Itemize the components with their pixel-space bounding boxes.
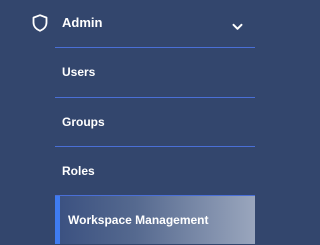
chevron-down-icon[interactable] bbox=[232, 18, 243, 30]
nav-item-label: Users bbox=[62, 65, 96, 79]
nav-item-label: Roles bbox=[62, 164, 95, 178]
nav-item-label: Groups bbox=[62, 115, 105, 129]
nav-item-roles[interactable]: Roles bbox=[55, 147, 255, 195]
shield-icon bbox=[32, 14, 48, 32]
admin-nav: Admin Users Groups Roles Workspace Manag… bbox=[0, 0, 255, 245]
nav-item-users[interactable]: Users bbox=[55, 48, 255, 96]
active-indicator bbox=[55, 196, 60, 244]
nav-item-label: Workspace Management bbox=[68, 213, 209, 227]
admin-section-header[interactable]: Admin bbox=[0, 0, 255, 47]
nav-item-groups[interactable]: Groups bbox=[55, 98, 255, 146]
admin-section-label: Admin bbox=[62, 15, 103, 30]
nav-item-workspace-management[interactable]: Workspace Management bbox=[55, 196, 255, 244]
